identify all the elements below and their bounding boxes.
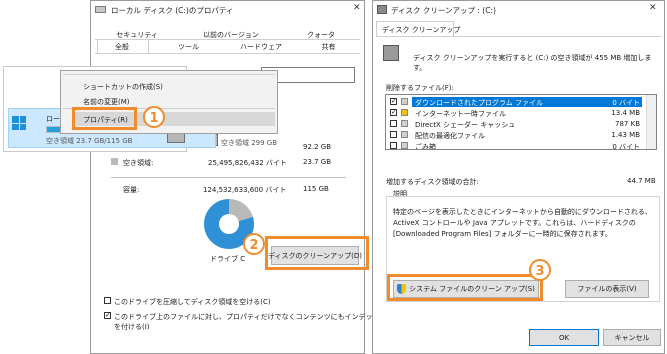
file-size: 13.4 MB bbox=[611, 109, 640, 117]
free-label: 空き領域: bbox=[123, 159, 154, 167]
donut-hole bbox=[219, 214, 239, 234]
file-checkbox[interactable] bbox=[390, 131, 397, 138]
view-files-button[interactable]: ファイルの表示(V) bbox=[565, 280, 649, 298]
highlight-cleanup-button bbox=[265, 236, 369, 270]
menu-create-shortcut[interactable]: ショートカットの作成(S) bbox=[83, 82, 163, 92]
free-gb: 23.7 GB bbox=[303, 158, 332, 166]
free-bytes: 25,495,826,432 バイト bbox=[208, 159, 287, 167]
highlight-properties bbox=[72, 107, 137, 130]
tab-hardware[interactable]: ハードウェア bbox=[221, 42, 301, 52]
explain-line3: [Downloaded Program Files] フォルダーに一時的に保存さ… bbox=[393, 230, 612, 238]
files-to-delete-label: 削除するファイル(F): bbox=[386, 84, 454, 92]
drive-name-label: ロー bbox=[46, 115, 60, 123]
windows-logo-icon bbox=[12, 116, 26, 130]
index-label-line1: このドライブ上のファイルに対し、プロパティだけでなくコンテンツにもインデックス bbox=[114, 313, 387, 321]
tab-tools[interactable]: ツール bbox=[161, 42, 216, 52]
hard-drive-icon bbox=[12, 116, 30, 134]
tab-underline bbox=[95, 53, 360, 54]
file-checkbox[interactable]: ✓ bbox=[390, 98, 397, 105]
ok-button[interactable]: OK bbox=[529, 329, 599, 346]
file-type-icon bbox=[401, 109, 408, 116]
marker-1: 1 bbox=[143, 106, 165, 128]
drive-icon bbox=[95, 6, 106, 13]
close-icon[interactable]: ✕ bbox=[353, 3, 361, 13]
capacity-divider bbox=[111, 177, 346, 178]
total-value: 44.7 MB bbox=[627, 177, 656, 185]
menu-separator-top bbox=[63, 74, 275, 75]
cleanup-tab-line bbox=[376, 36, 661, 37]
marker-3: 3 bbox=[529, 259, 551, 281]
file-name[interactable]: 配信の最適化ファイル bbox=[415, 131, 485, 141]
properties-window: ローカル ディスク (C:)のプロパティ ✕ セキュリティ 以前のバージョン ク… bbox=[90, 0, 386, 354]
file-checkbox[interactable]: ✓ bbox=[390, 109, 397, 116]
tab-sharing[interactable]: 共有 bbox=[301, 42, 356, 52]
cleanup-titlebar: ディスク クリーンアップ : (C:) ✕ bbox=[373, 1, 664, 19]
file-size: 0 バイト bbox=[612, 143, 640, 150]
file-checkbox[interactable] bbox=[390, 142, 397, 149]
compress-label: このドライブを圧縮してディスク領域を空ける(C) bbox=[114, 298, 271, 306]
size-value-1: 92.2 GB bbox=[303, 143, 332, 151]
capacity-gb: 115 GB bbox=[303, 185, 329, 193]
highlight-system-cleanup bbox=[387, 274, 543, 301]
file-name[interactable]: ごみ箱 bbox=[415, 142, 436, 149]
file-size: 787 KB bbox=[615, 120, 640, 128]
cleanup-title: ディスク クリーンアップ : (C:) bbox=[391, 6, 496, 15]
explain-line2: ActiveX コントロールや Java アプレットです。これらは、ハードディス… bbox=[393, 219, 636, 227]
cancel-button[interactable]: キャンセル bbox=[603, 329, 661, 346]
file-size: 1.43 MB bbox=[611, 131, 640, 139]
properties-titlebar: ローカル ディスク (C:)のプロパティ ✕ bbox=[91, 1, 364, 19]
index-label-line2: を付ける(I) bbox=[114, 323, 150, 331]
menu-rename[interactable]: 名前の変更(M) bbox=[83, 97, 130, 107]
total-label: 増加するディスク領域の合計: bbox=[386, 178, 479, 186]
cleanup-app-icon bbox=[377, 5, 387, 14]
cleanup-description: ディスク クリーンアップを実行すると (C:) の空き領域が 455 MB 増加… bbox=[413, 54, 652, 72]
compress-checkbox[interactable] bbox=[104, 297, 111, 304]
drive-label: ドライブ C bbox=[210, 255, 246, 263]
close-icon[interactable]: ✕ bbox=[649, 3, 657, 13]
explain-line1: 特定のページを表示したときにインターネットから自動的にダウンロードされる、 bbox=[393, 208, 652, 216]
file-type-icon bbox=[401, 131, 408, 138]
index-checkbox[interactable]: ✓ bbox=[104, 312, 111, 319]
file-type-icon bbox=[401, 120, 408, 127]
free-color-swatch bbox=[111, 158, 118, 165]
file-type-icon bbox=[401, 142, 408, 149]
cleanup-drive-icon bbox=[383, 45, 399, 61]
drive-free-label: 空き領域 23.7 GB/115 GB bbox=[46, 137, 133, 145]
scrollbar[interactable] bbox=[646, 95, 656, 149]
files-list[interactable]: ✓ ダウンロードされたプログラム ファイル 0 バイト ✓ インターネット一時ファイル 1… bbox=[385, 94, 657, 150]
file-name[interactable]: ダウンロードされたプログラム ファイル bbox=[415, 98, 543, 108]
file-size: 0 バイト bbox=[612, 99, 640, 107]
file-type-icon bbox=[401, 98, 408, 105]
properties-title: ローカル ディスク (C:)のプロパティ bbox=[111, 6, 234, 15]
cleanup-tab[interactable]: ディスク クリーンアップ bbox=[382, 25, 460, 35]
tab-general[interactable]: 全般 bbox=[97, 42, 147, 52]
capacity-bytes: 124,532,633,600 バイト bbox=[203, 186, 287, 194]
drive2-free: 空き領域 299 GB bbox=[221, 139, 278, 147]
capacity-label: 容量: bbox=[123, 186, 140, 194]
file-name[interactable]: インターネット一時ファイル bbox=[415, 109, 506, 119]
file-name[interactable]: DirectX シェーダー キャッシュ bbox=[415, 120, 515, 130]
file-checkbox[interactable] bbox=[390, 120, 397, 127]
marker-2: 2 bbox=[243, 233, 265, 255]
